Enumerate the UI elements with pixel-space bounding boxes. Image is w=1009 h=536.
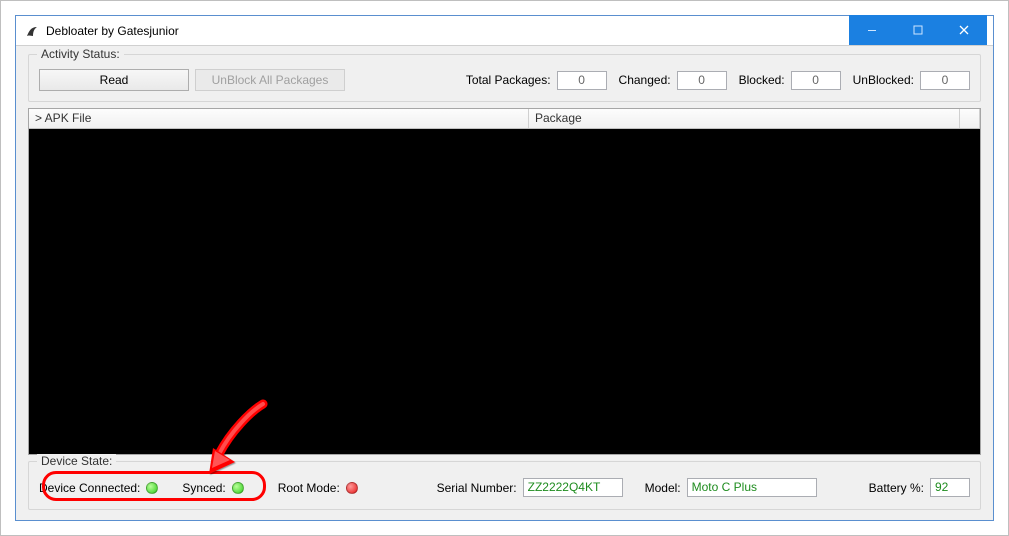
read-button[interactable]: Read xyxy=(39,69,189,91)
window-buttons xyxy=(849,16,987,45)
battery-value: 92 xyxy=(930,478,970,497)
battery-label: Battery %: xyxy=(869,481,924,495)
total-packages-label: Total Packages: xyxy=(466,73,551,87)
synced-label: Synced: xyxy=(182,481,225,495)
maximize-button[interactable] xyxy=(895,15,941,45)
activity-row: Read UnBlock All Packages Total Packages… xyxy=(39,69,970,91)
activity-legend: Activity Status: xyxy=(37,47,124,61)
app-icon xyxy=(24,23,40,39)
model-label: Model: xyxy=(645,481,681,495)
changed-label: Changed: xyxy=(619,73,671,87)
serial-number-label: Serial Number: xyxy=(437,481,517,495)
package-table: > APK File Package xyxy=(28,108,981,455)
device-connected-led-icon xyxy=(146,482,158,494)
unblocked-value: 0 xyxy=(920,71,970,90)
column-spacer xyxy=(960,109,980,128)
device-legend: Device State: xyxy=(37,454,116,468)
column-package[interactable]: Package xyxy=(529,109,960,128)
blocked-label: Blocked: xyxy=(739,73,785,87)
model-value: Moto C Plus xyxy=(687,478,817,497)
device-row: Device Connected: Synced: Root Mode: Ser… xyxy=(39,476,970,499)
device-connected-label: Device Connected: xyxy=(39,481,140,495)
device-state-group: Device State: Device Connected: Synced: … xyxy=(28,461,981,510)
synced-led-icon xyxy=(232,482,244,494)
total-packages-value: 0 xyxy=(557,71,607,90)
activity-status-group: Activity Status: Read UnBlock All Packag… xyxy=(28,54,981,102)
table-body xyxy=(29,129,980,454)
close-button[interactable] xyxy=(941,15,987,45)
unblocked-label: UnBlocked: xyxy=(853,73,914,87)
column-apk-file[interactable]: > APK File xyxy=(29,109,529,128)
blocked-value: 0 xyxy=(791,71,841,90)
root-mode-led-icon xyxy=(346,482,358,494)
window-title: Debloater by Gatesjunior xyxy=(46,24,849,38)
window-content: Activity Status: Read UnBlock All Packag… xyxy=(16,46,993,520)
minimize-button[interactable] xyxy=(849,15,895,45)
root-mode-label: Root Mode: xyxy=(278,481,340,495)
unblock-all-button: UnBlock All Packages xyxy=(195,69,345,91)
table-header: > APK File Package xyxy=(29,109,980,129)
titlebar: Debloater by Gatesjunior xyxy=(16,16,993,46)
serial-number-value: ZZ2222Q4KT xyxy=(523,478,623,497)
app-window: Debloater by Gatesjunior Activity Status… xyxy=(15,15,994,521)
changed-value: 0 xyxy=(677,71,727,90)
